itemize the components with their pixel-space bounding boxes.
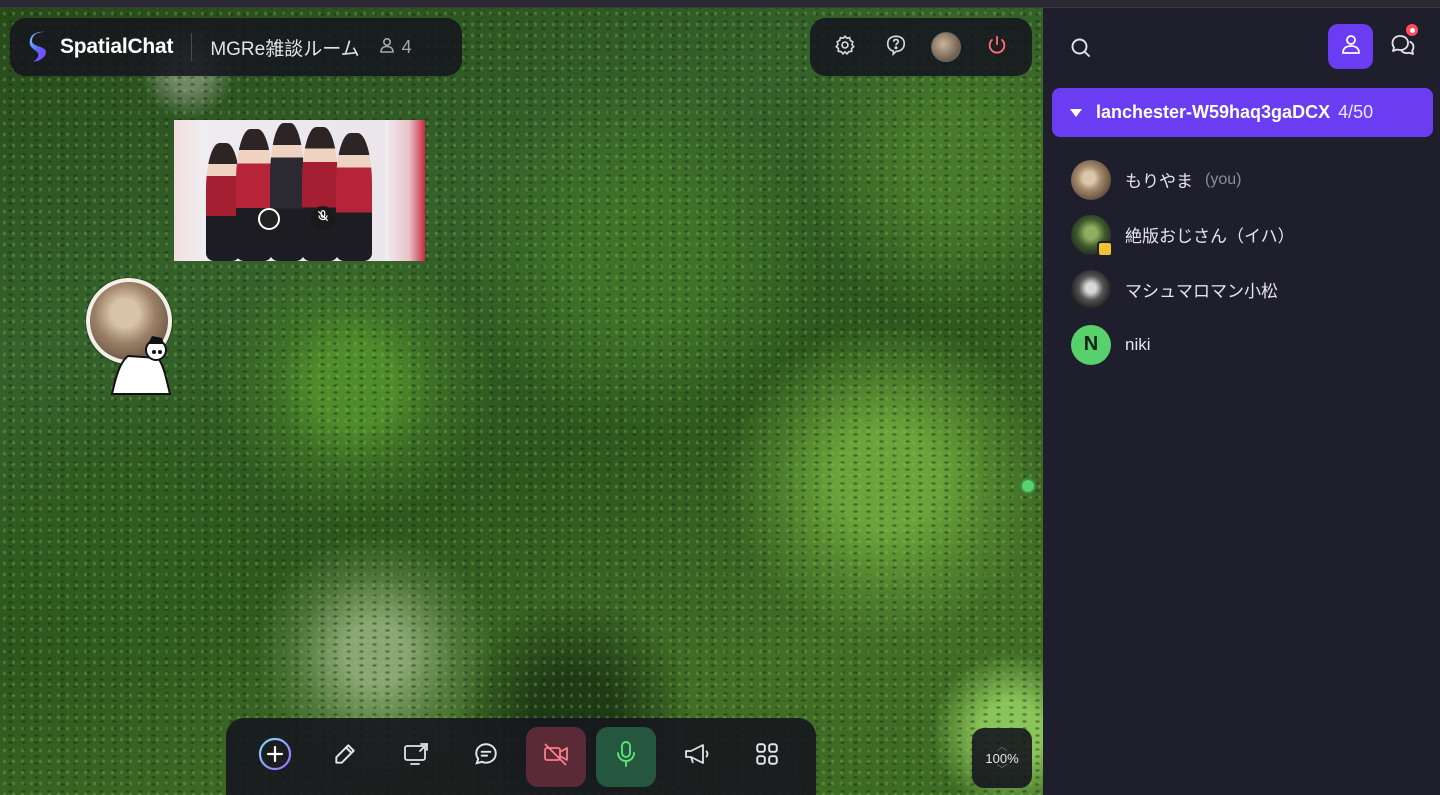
chat-button[interactable] — [456, 727, 516, 787]
pencil-icon — [332, 741, 358, 772]
member-name: もりやま — [1125, 172, 1193, 191]
share-person — [336, 133, 372, 261]
list-item[interactable]: 絶版おじさん（イハ） — [1071, 207, 1421, 262]
member-name: niki — [1125, 334, 1151, 354]
app-name: SpatialChat — [60, 35, 174, 58]
host-badge-icon — [1097, 240, 1113, 257]
share-user-avatar — [258, 208, 280, 230]
share-screen-button[interactable] — [386, 727, 446, 787]
app-logo[interactable]: SpatialChat — [28, 30, 174, 64]
share-bg-left — [174, 120, 204, 261]
spatialchat-logo-icon — [28, 30, 52, 64]
broadcast-button[interactable] — [667, 727, 727, 787]
share-person — [302, 127, 338, 261]
microphone-toggle-button[interactable] — [596, 726, 657, 787]
megaphone-icon — [683, 741, 711, 772]
leave-button[interactable] — [979, 29, 1015, 65]
participant-count[interactable]: 4 — [378, 36, 412, 59]
search-button[interactable] — [1069, 36, 1093, 65]
chat-tab-button[interactable] — [1386, 22, 1420, 64]
gear-icon — [834, 34, 856, 61]
help-button[interactable] — [878, 29, 914, 65]
divider — [191, 33, 193, 61]
caret-down-icon — [1070, 108, 1082, 117]
member-list: もりやま (you) 絶版おじさん（イハ） マシュマロマン小松 N niki — [1071, 152, 1421, 372]
share-person — [206, 143, 240, 261]
help-icon — [885, 34, 907, 61]
chat-bubble-icon — [473, 741, 499, 772]
share-bg-right — [385, 120, 425, 261]
list-item[interactable]: マシュマロマン小松 — [1071, 262, 1421, 317]
people-tab-button[interactable] — [1328, 24, 1373, 69]
window-top-strip — [0, 0, 1440, 8]
spatial-canvas[interactable] — [0, 8, 1043, 795]
room-group-count: 4/50 — [1338, 102, 1374, 122]
grid-icon — [754, 741, 780, 772]
avatar: N — [1071, 324, 1111, 365]
room-group-name: lanchester-W59haq3gaDCX — [1096, 102, 1331, 122]
mic-off-icon — [316, 209, 330, 228]
list-item[interactable]: もりやま (you) — [1071, 152, 1421, 207]
list-item[interactable]: N niki — [1071, 317, 1421, 372]
member-name: マシュマロマン小松 — [1125, 282, 1278, 301]
room-title[interactable]: MGRe雑談ルーム — [210, 34, 359, 61]
chevron-up-icon[interactable]: ︿ — [997, 741, 1008, 752]
screen-share-icon — [402, 741, 430, 772]
search-icon — [1069, 38, 1093, 64]
muted-mic-badge — [311, 206, 335, 230]
microphone-icon — [614, 740, 638, 773]
room-group-header[interactable]: lanchester-W59haq3gaDCX 4/50 — [1052, 88, 1433, 137]
add-button[interactable] — [245, 727, 305, 787]
chevron-down-icon[interactable]: ﹀ — [997, 764, 1008, 775]
settings-button[interactable] — [827, 29, 863, 65]
person-icon — [378, 36, 396, 59]
notification-badge — [1404, 22, 1420, 38]
online-indicator-dot[interactable] — [1020, 478, 1036, 494]
draw-button[interactable] — [315, 727, 375, 787]
screen-share-tile[interactable] — [174, 120, 425, 261]
bottom-toolbar — [226, 718, 816, 795]
avatar — [1071, 159, 1111, 200]
apps-button[interactable] — [737, 727, 797, 787]
room-info-bar: SpatialChat MGRe雑談ルーム 4 — [10, 18, 462, 76]
share-person — [270, 123, 304, 261]
avatar — [931, 32, 962, 62]
member-name: 絶版おじさん（イハ） — [1125, 227, 1295, 246]
add-icon — [258, 737, 292, 776]
zoom-control[interactable]: ︿ 100% ﹀ — [972, 728, 1032, 788]
power-icon — [986, 34, 1008, 61]
my-avatar-figure — [110, 326, 174, 398]
camera-off-icon — [542, 741, 570, 772]
share-person — [236, 129, 272, 261]
camera-toggle-button[interactable] — [526, 726, 587, 787]
profile-avatar-button[interactable] — [928, 29, 964, 65]
participants-panel: lanchester-W59haq3gaDCX 4/50 もりやま (you) … — [1043, 8, 1440, 795]
avatar — [1071, 269, 1111, 310]
top-controls — [810, 18, 1032, 76]
avatar — [1071, 214, 1113, 257]
participant-count-value: 4 — [401, 36, 412, 57]
person-icon — [1340, 33, 1362, 60]
member-you-tag: (you) — [1205, 170, 1242, 188]
